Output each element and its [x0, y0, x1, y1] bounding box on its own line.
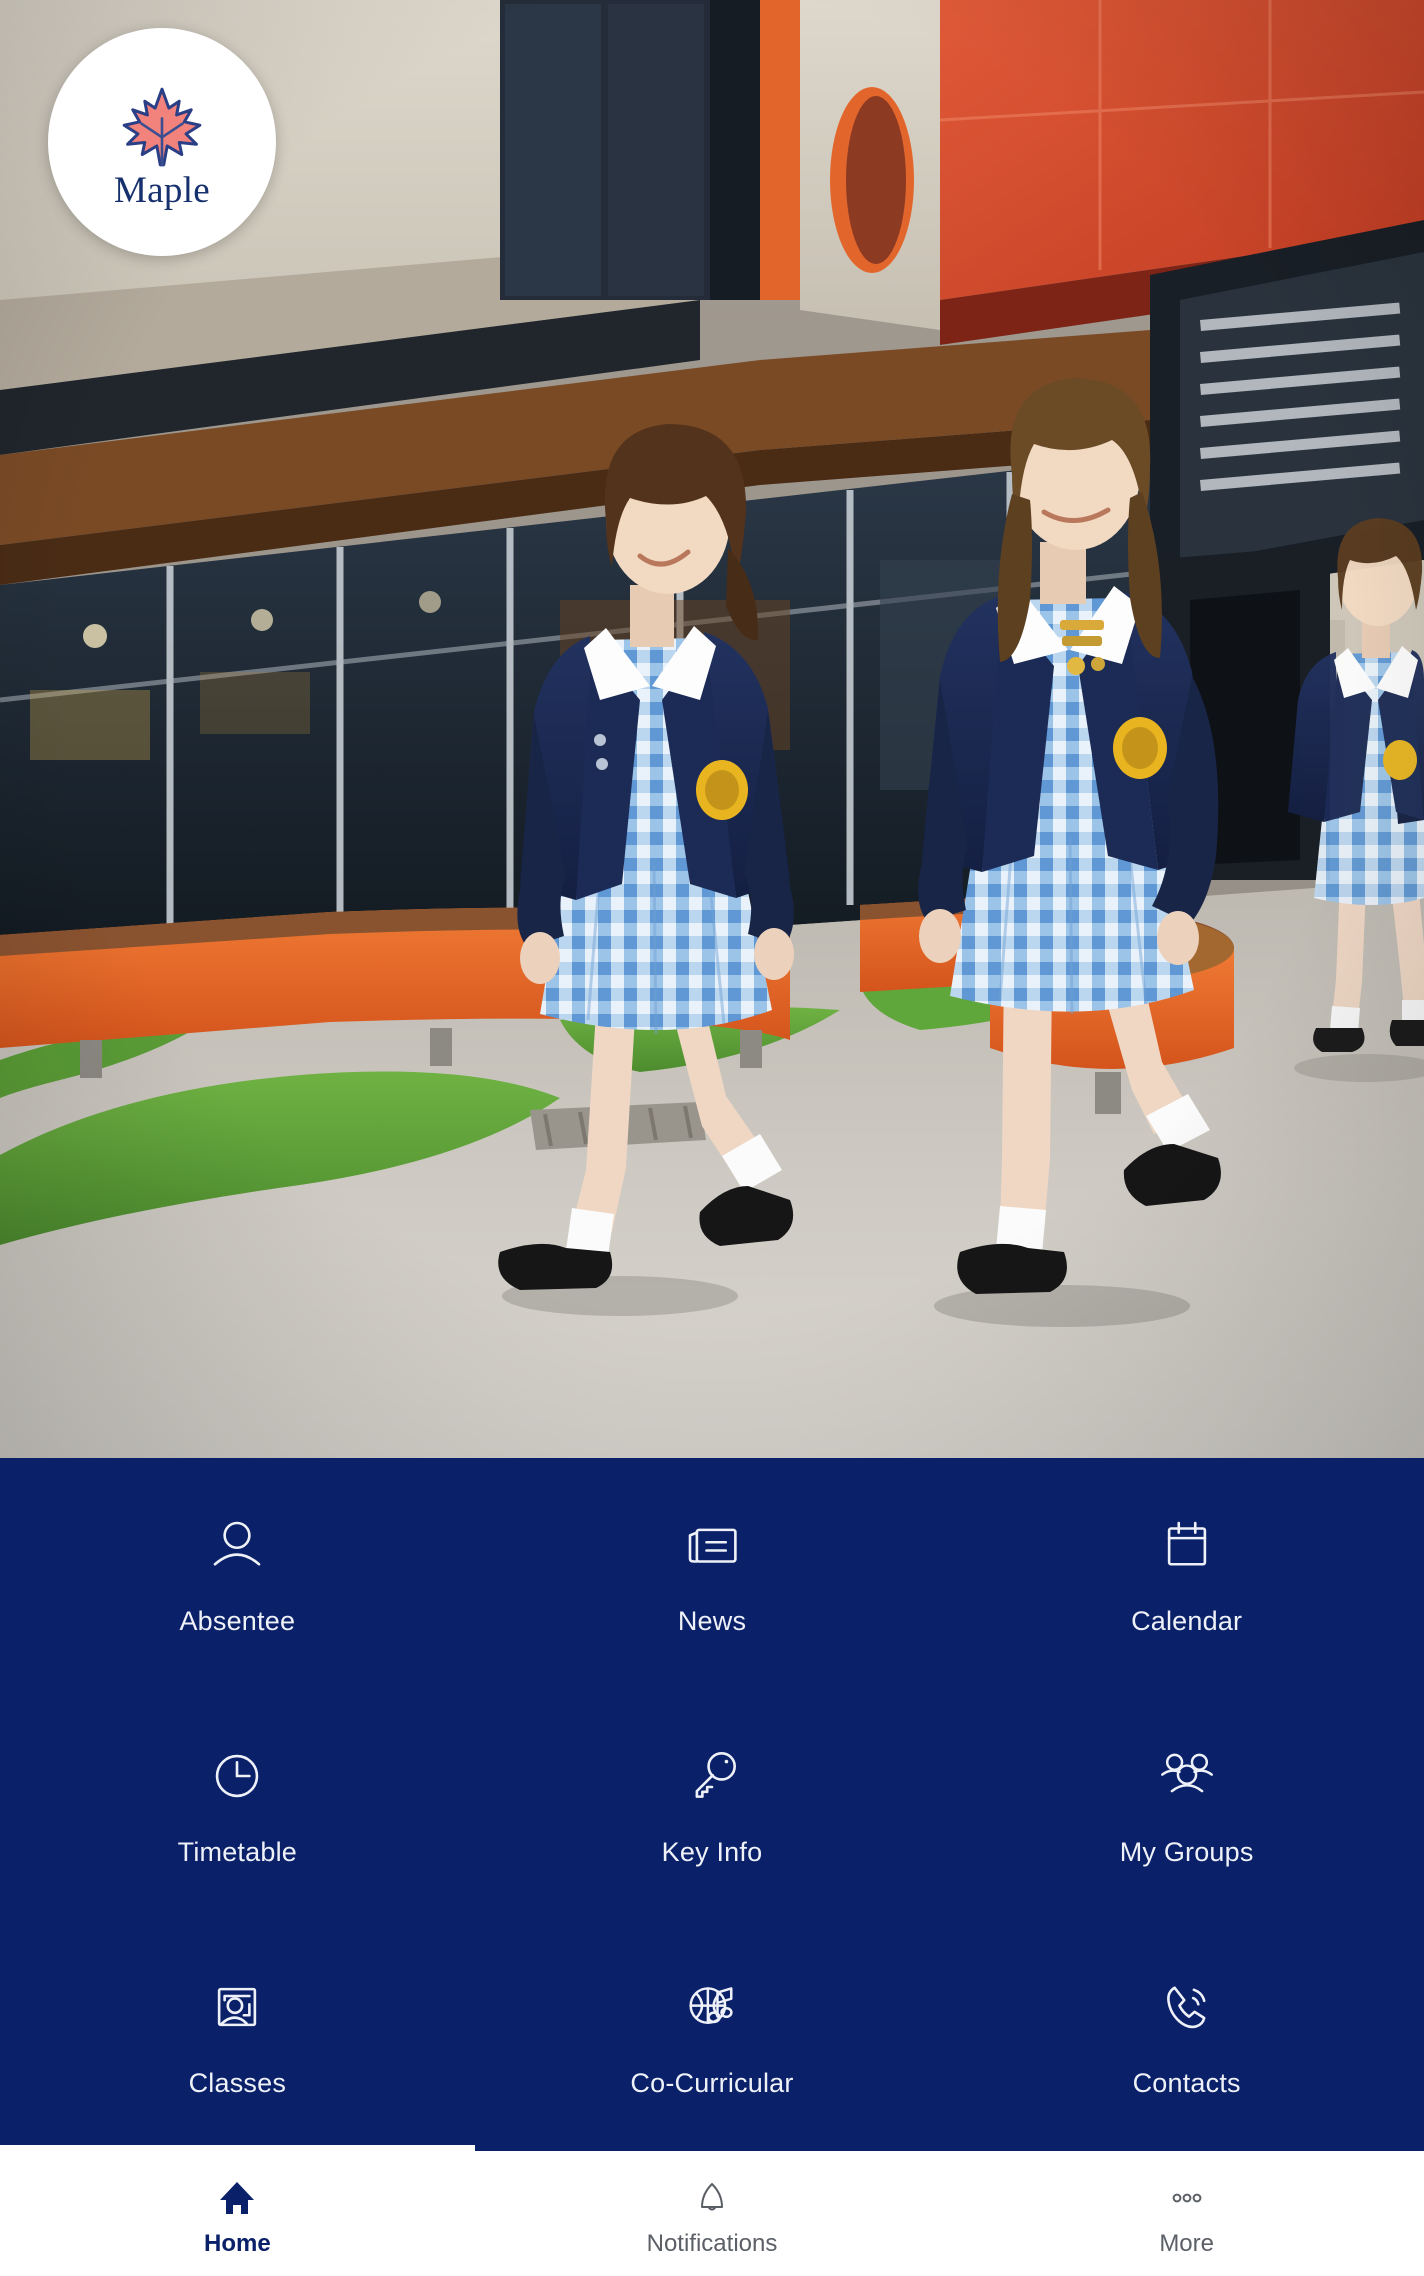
menu-tile-label: Contacts: [1132, 2068, 1241, 2098]
classroom-frame-icon: [204, 1974, 270, 2040]
menu-tile-key-info[interactable]: Key Info: [475, 1689, 950, 1920]
phone-call-icon: [1154, 1974, 1220, 2040]
tab-more[interactable]: More: [949, 2151, 1424, 2276]
menu-tile-label: Co-Curricular: [630, 2068, 794, 2098]
key-icon: [679, 1743, 745, 1809]
bell-icon: [690, 2176, 734, 2220]
menu-tile-timetable[interactable]: Timetable: [0, 1689, 475, 1920]
menu-tile-calendar[interactable]: Calendar: [949, 1458, 1424, 1689]
basketball-music-note-icon: [679, 1974, 745, 2040]
menu-tile-label: Timetable: [177, 1837, 297, 1867]
menu-tile-my-groups[interactable]: My Groups: [949, 1689, 1424, 1920]
person-icon: [204, 1512, 270, 1578]
calendar-icon: [1154, 1512, 1220, 1578]
menu-tile-label: Classes: [188, 2068, 287, 2098]
menu-tile-co-curricular[interactable]: Co-Curricular: [475, 1920, 950, 2151]
clock-icon: [204, 1743, 270, 1809]
tab-label: More: [1159, 2229, 1214, 2257]
menu-tile-label: Calendar: [1131, 1606, 1243, 1636]
menu-tile-absentee[interactable]: Absentee: [0, 1458, 475, 1689]
tab-label: Home: [203, 2229, 271, 2257]
menu-tile-label: News: [677, 1606, 747, 1636]
menu-tile-label: Absentee: [179, 1606, 296, 1636]
tab-label: Notifications: [646, 2229, 778, 2257]
maple-leaf-icon: [119, 84, 205, 170]
main-menu-grid: Absentee News Calendar Timetable Key Inf…: [0, 1458, 1424, 2151]
menu-tile-news[interactable]: News: [475, 1458, 950, 1689]
tab-home[interactable]: Home: [0, 2151, 475, 2276]
school-name-label: Maple: [113, 169, 211, 211]
people-group-icon: [1154, 1743, 1220, 1809]
ellipsis-icon: [1165, 2176, 1209, 2220]
menu-tile-contacts[interactable]: Contacts: [949, 1920, 1424, 2151]
menu-tile-label: Key Info: [661, 1837, 763, 1867]
tab-notifications[interactable]: Notifications: [475, 2151, 950, 2276]
school-logo-badge[interactable]: Maple: [48, 28, 276, 256]
bottom-tab-bar: Home Notifications More: [0, 2151, 1424, 2276]
active-tab-indicator: [0, 2145, 475, 2152]
menu-tile-label: My Groups: [1119, 1837, 1254, 1867]
menu-tile-classes[interactable]: Classes: [0, 1920, 475, 2151]
home-icon: [215, 2176, 259, 2220]
app-screen: Maple Absentee News Calendar Timetable K…: [0, 0, 1424, 2276]
newspaper-icon: [679, 1512, 745, 1578]
